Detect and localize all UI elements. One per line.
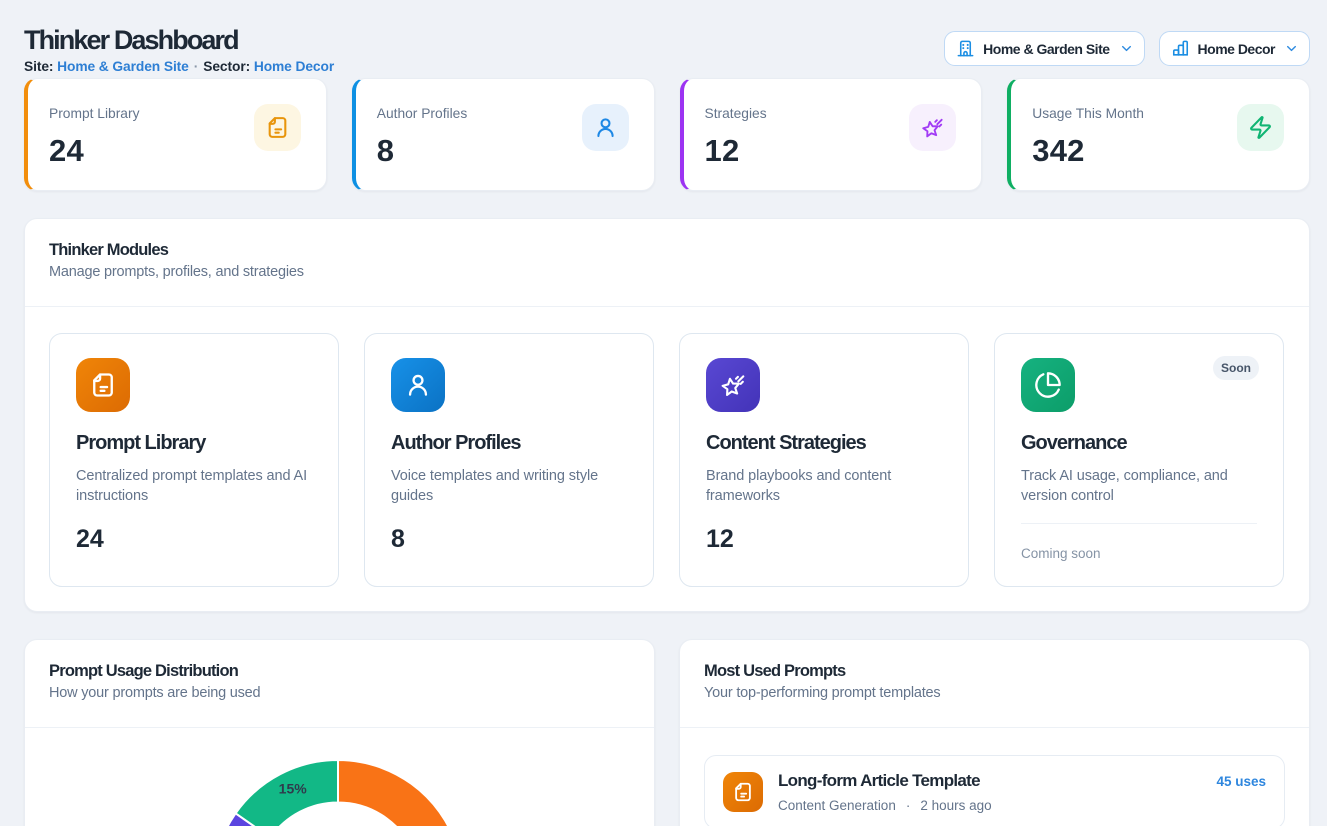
svg-text:15%: 15% [279, 781, 308, 797]
